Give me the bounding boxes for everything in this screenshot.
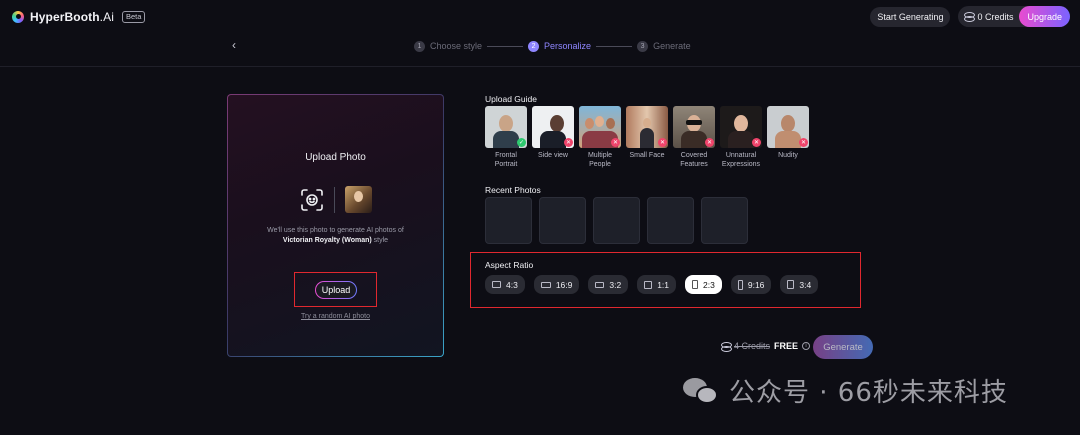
check-icon: ✓ (517, 138, 526, 147)
recent-photo-slot[interactable] (647, 197, 694, 244)
step-number: 1 (414, 40, 425, 52)
upload-guide-label: Upload Guide (485, 94, 537, 104)
square-frame-icon (644, 280, 653, 289)
upload-button[interactable]: Upload (315, 281, 357, 299)
style-name: Victorian Royalty (Woman) (282, 237, 372, 244)
recent-photo-slot[interactable] (485, 197, 532, 244)
recent-photos-label: Recent Photos (485, 185, 541, 195)
step-connector (596, 45, 633, 47)
watermark: 公众号 · 66秒未来科技 (683, 372, 1008, 409)
guide-image: ✕ (720, 106, 762, 148)
upload-title: Upload Photo (305, 152, 366, 163)
top-actions: Start Generating 0 Credits Upgrade (870, 6, 1070, 27)
guide-item-unnatural-expressions: ✕ Unnatural Expressions (720, 106, 762, 169)
recent-photo-slot[interactable] (539, 197, 586, 244)
top-bar: HyperBooth.Ai Beta Start Generating 0 Cr… (0, 0, 1080, 33)
upgrade-button[interactable]: Upgrade (1019, 6, 1070, 27)
guide-item-multiple-people: ✕ Multiple People (579, 106, 621, 169)
guide-item-side-view: ✕ Side view (532, 106, 574, 169)
aspect-ratio-3-2[interactable]: 3:2 (588, 275, 629, 294)
guide-image: ✕ (767, 106, 809, 148)
recent-photo-slot[interactable] (701, 197, 748, 244)
step-label: Choose style (430, 41, 483, 51)
free-label: FREE (774, 341, 799, 351)
cross-icon: ✕ (705, 138, 714, 147)
portrait-frame-icon (787, 280, 795, 289)
beta-badge: Beta (121, 10, 146, 23)
aspect-ratio-1-1[interactable]: 1:1 (637, 275, 677, 294)
credits-count: 0 Credits (977, 11, 1014, 22)
logo-icon (12, 10, 24, 23)
aspect-ratio-2-3[interactable]: 2:3 (685, 275, 722, 294)
style-sample-thumbnail (344, 186, 372, 213)
aspect-ratio-4-3[interactable]: 4:3 (485, 275, 525, 294)
recent-photos (485, 197, 748, 244)
aspect-ratio-options: 4:3 16:9 3:2 1:1 2:3 9:16 3:4 (485, 275, 819, 294)
step-number: 3 (637, 40, 649, 52)
icon-divider (333, 186, 335, 213)
portrait-frame-icon (692, 280, 699, 289)
guide-image: ✕ (532, 106, 574, 148)
step-generate[interactable]: 3 Generate (637, 40, 691, 52)
coins-icon (964, 12, 976, 22)
guide-item-covered-features: ✕ Covered Features (673, 106, 715, 169)
guide-image: ✕ (673, 106, 715, 148)
step-label: Personalize (544, 41, 592, 51)
upload-card: Upload Photo We'll use this photo to gen… (227, 94, 444, 357)
brand-name: HyperBooth.Ai (30, 9, 114, 24)
original-cost: 4 Credits (734, 341, 771, 351)
random-photo-link[interactable]: Try a random AI photo (228, 313, 443, 320)
cross-icon: ✕ (658, 138, 667, 147)
landscape-frame-icon (540, 281, 551, 288)
guide-item-small-face: ✕ Small Face (626, 106, 668, 169)
generate-button[interactable]: Generate (813, 335, 873, 359)
face-scan-icon (300, 188, 324, 212)
step-choose-style[interactable]: 1 Choose style (414, 40, 483, 52)
step-number: 2 (528, 40, 540, 52)
recent-photo-slot[interactable] (593, 197, 640, 244)
step-personalize[interactable]: 2 Personalize (528, 40, 592, 52)
cross-icon: ✕ (752, 138, 761, 147)
landscape-frame-icon (492, 281, 501, 288)
stepper: 1 Choose style 2 Personalize 3 Generate (414, 39, 691, 53)
wechat-icon (683, 376, 721, 406)
landscape-frame-icon (595, 281, 605, 288)
guide-item-frontal-portrait: ✓ Frontal Portrait (485, 106, 527, 169)
credits-pill: 0 Credits Upgrade (958, 6, 1070, 27)
step-connector (487, 45, 524, 47)
guide-image: ✕ (626, 106, 668, 148)
aspect-ratio-3-4[interactable]: 3:4 (780, 275, 819, 294)
cross-icon: ✕ (799, 138, 808, 147)
coins-icon (721, 341, 732, 352)
header-divider (0, 66, 1080, 67)
page: HyperBooth.Ai Beta Start Generating 0 Cr… (0, 0, 1080, 435)
brand[interactable]: HyperBooth.Ai Beta (12, 9, 146, 24)
info-icon[interactable]: i (802, 342, 811, 350)
portrait-frame-icon (737, 279, 743, 290)
guide-image: ✓ (485, 106, 527, 148)
start-generating-button[interactable]: Start Generating (870, 6, 951, 27)
cross-icon: ✕ (611, 138, 620, 147)
upload-highlight-frame: Upload (294, 272, 377, 307)
cross-icon: ✕ (564, 138, 573, 147)
step-label: Generate (653, 41, 691, 51)
back-chevron-icon[interactable]: ‹ (232, 38, 244, 52)
guide-image: ✕ (579, 106, 621, 148)
watermark-text: 公众号 · 66秒未来科技 (729, 378, 1008, 408)
aspect-ratio-16-9[interactable]: 16:9 (533, 275, 580, 294)
upload-icons (228, 186, 443, 213)
upload-description: We'll use this photo to generate AI phot… (267, 227, 404, 244)
aspect-ratio-label: Aspect Ratio (485, 260, 534, 270)
generation-cost: 4 Credits FREE i (721, 341, 811, 352)
upload-guide: ✓ Frontal Portrait ✕ Side view ✕ Multiple… (485, 106, 809, 169)
aspect-ratio-9-16[interactable]: 9:16 (730, 275, 772, 294)
guide-item-nudity: ✕ Nudity (767, 106, 809, 169)
